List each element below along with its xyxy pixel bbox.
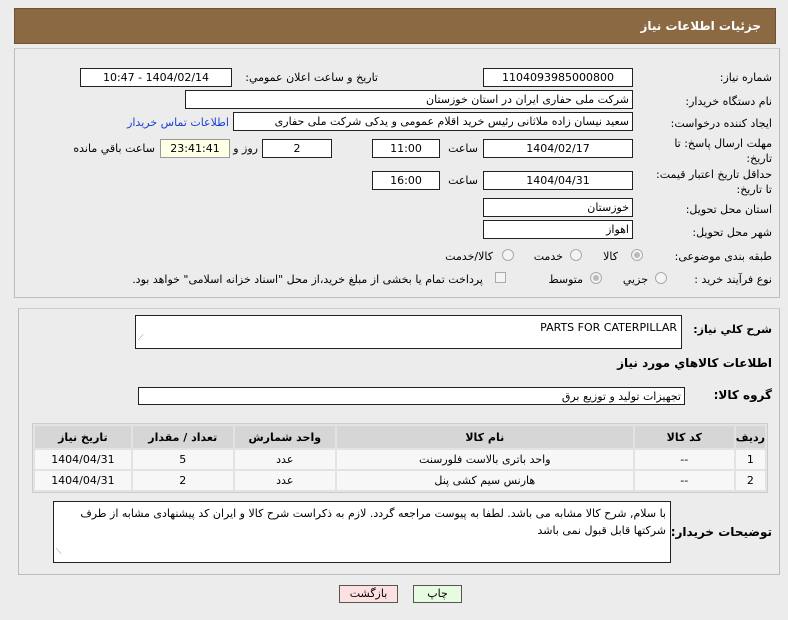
col-qty: تعداد / مقدار xyxy=(132,426,233,448)
col-date: تاریخ نیاز xyxy=(35,426,131,448)
table-row: 1 -- واحد باتری بالاست فلورسنت عدد 5 140… xyxy=(35,450,765,469)
need-number-label: شماره نیاز: xyxy=(719,71,772,84)
process-medium-label: متوسط xyxy=(548,273,583,286)
buyer-org-field[interactable]: شرکت ملی حفاری ایران در استان خوزستان xyxy=(185,90,633,109)
cell-name: هارنس سیم کشی پنل xyxy=(336,471,633,490)
resize-grip-icon[interactable]: ⟋ xyxy=(56,543,62,560)
category-both-label: کالا/خدمت xyxy=(445,250,493,263)
validity-label: حداقل تاریخ اعتبار قیمت: تا تاریخ: xyxy=(656,168,772,196)
city-label: شهر محل تحویل: xyxy=(692,226,772,239)
col-code: کد کالا xyxy=(634,426,734,448)
province-label: استان محل تحویل: xyxy=(685,203,772,216)
summary-textarea[interactable]: PARTS FOR CATERPILLAR ⟋ xyxy=(135,315,682,349)
resize-grip-icon[interactable]: ⟋ xyxy=(138,329,144,346)
days-label: روز و xyxy=(233,142,258,155)
cell-date: 1404/04/31 xyxy=(35,471,131,490)
cell-name: واحد باتری بالاست فلورسنت xyxy=(336,450,633,469)
print-button[interactable]: چاپ xyxy=(413,585,462,603)
col-name: نام کالا xyxy=(336,426,633,448)
buyer-contact-link[interactable]: اطلاعات تماس خریدار xyxy=(127,116,229,129)
group-field[interactable]: تجهیزات تولید و توزیع برق xyxy=(138,387,685,405)
category-service-label: خدمت xyxy=(533,250,563,263)
notes-textarea[interactable]: با سلام, شرح کالا مشابه می باشد. لطفا به… xyxy=(53,501,671,563)
deadline-time-label: ساعت xyxy=(448,142,478,155)
category-label: طبقه بندی موضوعی: xyxy=(674,250,772,263)
buyer-org-label: نام دستگاه خریدار: xyxy=(685,95,772,108)
category-goods-label: کالا xyxy=(603,250,618,263)
remaining-label: ساعت باقي مانده xyxy=(73,142,155,155)
summary-label: شرح کلي نیاز: xyxy=(693,323,772,336)
need-number-field[interactable]: 1104093985000800 xyxy=(483,68,633,87)
col-row: ردیف xyxy=(735,426,765,448)
notes-text: با سلام, شرح کالا مشابه می باشد. لطفا به… xyxy=(80,507,666,537)
items-title: اطلاعات کالاهاي مورد نیاز xyxy=(617,356,772,370)
group-label: گروه کالا: xyxy=(713,388,772,402)
remaining-time-field: 23:41:41 xyxy=(160,139,230,158)
announce-label: تاریخ و ساعت اعلان عمومي: xyxy=(245,71,378,84)
cell-qty: 5 xyxy=(132,450,233,469)
process-minor-radio[interactable] xyxy=(655,272,667,284)
process-minor-label: جزیي xyxy=(622,273,648,286)
page-header: جزئیات اطلاعات نیاز xyxy=(14,8,776,44)
treasury-payment-checkbox[interactable] xyxy=(495,272,506,283)
process-medium-radio[interactable] xyxy=(590,272,602,284)
back-button[interactable]: بازگشت xyxy=(339,585,398,603)
deadline-date-field[interactable]: 1404/02/17 xyxy=(483,139,633,158)
process-label: نوع فرآیند خرید : xyxy=(694,273,772,286)
cell-unit: عدد xyxy=(234,450,335,469)
city-field[interactable]: اهواز xyxy=(483,220,633,239)
summary-text: PARTS FOR CATERPILLAR xyxy=(540,321,677,334)
table-header-row: ردیف کد کالا نام کالا واحد شمارش تعداد /… xyxy=(35,426,765,448)
validity-time-label: ساعت xyxy=(448,174,478,187)
category-goods-radio[interactable] xyxy=(631,249,643,261)
category-both-radio[interactable] xyxy=(502,249,514,261)
creator-field[interactable]: سعید نیسان زاده ملاثانی رئیس خرید اقلام … xyxy=(233,112,633,131)
cell-unit: عدد xyxy=(234,471,335,490)
cell-row: 1 xyxy=(735,450,765,469)
validity-time-field[interactable]: 16:00 xyxy=(372,171,440,190)
validity-date-field[interactable]: 1404/04/31 xyxy=(483,171,633,190)
cell-qty: 2 xyxy=(132,471,233,490)
deadline-label: مهلت ارسال پاسخ: تا تاریخ: xyxy=(674,137,772,165)
announce-field[interactable]: 1404/02/14 - 10:47 xyxy=(80,68,232,87)
page-title: جزئیات اطلاعات نیاز xyxy=(640,19,761,33)
creator-label: ایجاد کننده درخواست: xyxy=(670,117,772,130)
cell-date: 1404/04/31 xyxy=(35,450,131,469)
cell-row: 2 xyxy=(735,471,765,490)
items-table: ردیف کد کالا نام کالا واحد شمارش تعداد /… xyxy=(32,423,768,493)
notes-label: توضیحات خریدار: xyxy=(670,525,772,539)
col-unit: واحد شمارش xyxy=(234,426,335,448)
deadline-time-field[interactable]: 11:00 xyxy=(372,139,440,158)
category-service-radio[interactable] xyxy=(570,249,582,261)
province-field[interactable]: خوزستان xyxy=(483,198,633,217)
days-field[interactable]: 2 xyxy=(262,139,332,158)
cell-code: -- xyxy=(634,471,734,490)
table-row: 2 -- هارنس سیم کشی پنل عدد 2 1404/04/31 xyxy=(35,471,765,490)
cell-code: -- xyxy=(634,450,734,469)
payment-note: پرداخت تمام یا بخشی از مبلغ خرید،از محل … xyxy=(132,273,483,286)
